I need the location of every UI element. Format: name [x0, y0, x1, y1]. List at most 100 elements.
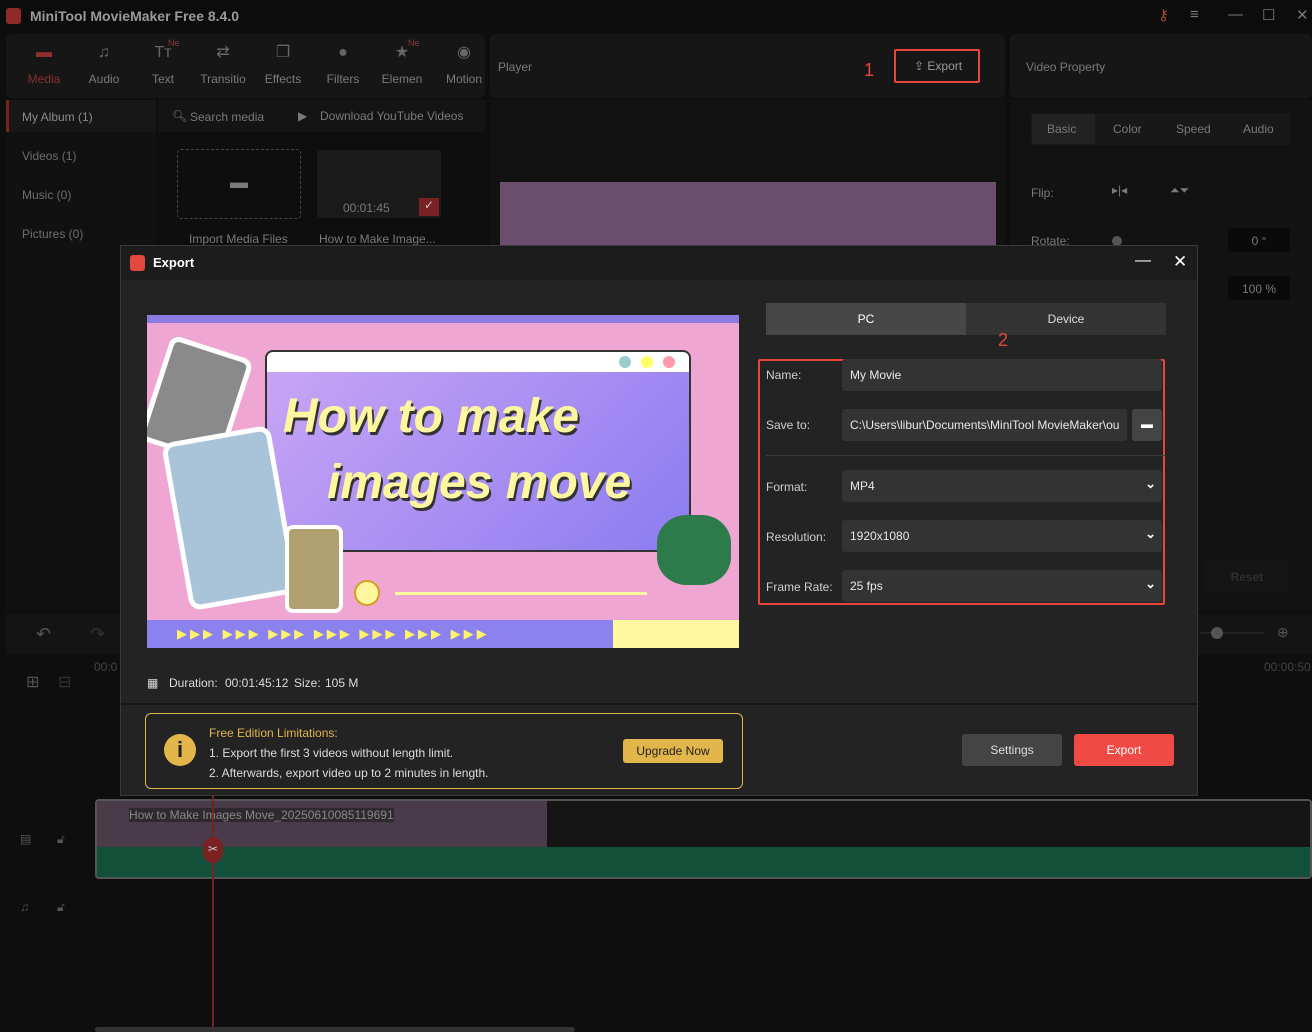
frame-rate-label: Frame Rate:	[766, 580, 833, 594]
transition-icon: ⇄	[193, 44, 253, 62]
sidebar-item-music[interactable]: Music (0)	[22, 188, 71, 202]
save-path-input[interactable]: C:\Users\libur\Documents\MiniTool MovieM…	[842, 409, 1127, 441]
folder-icon: ▬	[230, 172, 248, 192]
export-button[interactable]: ⇪ Export	[894, 49, 980, 83]
timeline-clip-name: How to Make Images Move_2025061008511969…	[129, 808, 394, 822]
export-preview: How to make images move ▶▶▶ ▶▶▶ ▶▶▶ ▶▶▶ …	[147, 315, 739, 648]
tab-speed[interactable]: Speed	[1176, 122, 1211, 136]
reset-button[interactable]: Reset	[1205, 560, 1289, 592]
format-select[interactable]: MP4⌄	[842, 470, 1162, 502]
tab-pc[interactable]: PC	[766, 303, 966, 335]
tool-transition[interactable]: ⇄ Transitio	[193, 44, 253, 86]
import-label: Import Media Files	[189, 232, 288, 246]
tab-color[interactable]: Color	[1113, 122, 1142, 136]
download-youtube-link[interactable]: Download YouTube Videos	[320, 109, 463, 123]
clip-duration: 00:01:45	[343, 201, 390, 215]
dialog-title: Export	[153, 255, 194, 270]
browse-folder-button[interactable]: ▬	[1132, 409, 1162, 441]
save-to-label: Save to:	[766, 418, 810, 432]
zoom-in-icon[interactable]: ⊕	[1277, 624, 1289, 641]
tool-audio[interactable]: ♫Audio	[74, 44, 134, 86]
close-button[interactable]: ✕	[1296, 6, 1309, 24]
audio-waveform	[97, 847, 1312, 879]
tool-elements[interactable]: ★Elemen	[372, 44, 432, 86]
playhead[interactable]	[212, 780, 214, 1032]
dialog-close-button[interactable]: ✕	[1173, 252, 1187, 272]
chevron-down-icon: ⌄	[1145, 576, 1156, 592]
flip-horizontal-icon[interactable]: ▸|◂	[1112, 183, 1127, 197]
tab-audio[interactable]: Audio	[1243, 122, 1274, 136]
menu-icon[interactable]: ≡	[1190, 6, 1199, 23]
app-logo	[130, 255, 145, 271]
preview-topbar	[147, 315, 739, 323]
scale-value[interactable]: 100 %	[1228, 276, 1290, 300]
tool-label: Elemen	[382, 72, 423, 86]
tool-motion[interactable]: ◉Motion	[434, 44, 494, 86]
preview-headline-2: images move	[327, 455, 631, 510]
key-icon[interactable]: ⚷	[1158, 6, 1169, 24]
sidebar-item-pictures[interactable]: Pictures (0)	[22, 227, 83, 241]
tool-filters[interactable]: ●Filters	[313, 44, 373, 86]
text-icon: Tт	[133, 44, 193, 62]
tab-device[interactable]: Device	[966, 303, 1166, 335]
lock-icon[interactable]: 🔓︎	[57, 900, 65, 915]
video-track-icon: ▤	[20, 832, 31, 846]
timeline-scrollbar[interactable]	[95, 1027, 575, 1032]
import-media-button[interactable]: ▬	[177, 149, 301, 219]
rotate-value[interactable]: 0 °	[1228, 228, 1290, 252]
video-track-clip[interactable]: How to Make Images Move_2025061008511969…	[95, 799, 1312, 879]
preview-photo	[285, 525, 343, 613]
split-scissors-icon[interactable]: ✂	[203, 837, 223, 863]
tool-label: Transitio	[200, 72, 246, 86]
folder-icon: ▬	[1141, 417, 1153, 431]
zoom-slider[interactable]	[1200, 632, 1264, 634]
preview-window	[265, 350, 691, 552]
lock-icon[interactable]: 🔓︎	[57, 832, 65, 847]
preview-blob	[657, 515, 731, 585]
search-input[interactable]: Search media	[190, 110, 264, 124]
redo-icon[interactable]: ↷	[90, 624, 105, 645]
zoom-slider-handle[interactable]	[1211, 627, 1223, 639]
format-label: Format:	[766, 480, 807, 494]
sidebar-item-my-album[interactable]: My Album (1)	[22, 110, 93, 124]
dialog-header	[121, 246, 1197, 280]
name-input[interactable]: My Movie	[842, 359, 1162, 391]
tool-label: Filters	[327, 72, 360, 86]
upgrade-now-button[interactable]: Upgrade Now	[623, 739, 723, 763]
media-clip-thumbnail[interactable]: 00:01:45 ✓	[317, 150, 441, 218]
limitation-2: 2. Afterwards, export video up to 2 minu…	[209, 766, 489, 780]
remove-track-icon[interactable]: ⊟	[58, 672, 71, 692]
add-track-icon[interactable]: ⊞	[26, 672, 39, 692]
tool-media[interactable]: ▬Media	[14, 44, 74, 86]
tool-label: Motion	[446, 72, 482, 86]
resolution-label: Resolution:	[766, 530, 826, 544]
tool-label: Text	[152, 72, 174, 86]
minimize-button[interactable]: —	[1228, 6, 1243, 23]
flip-vertical-icon[interactable]: ⏶⏷	[1170, 183, 1189, 198]
sidebar-item-videos[interactable]: Videos (1)	[22, 149, 76, 163]
preview-headline-1: How to make	[283, 389, 579, 444]
size-label: Size:	[294, 676, 321, 690]
resolution-select[interactable]: 1920x1080⌄	[842, 520, 1162, 552]
annotation-1: 1	[864, 60, 874, 81]
undo-icon[interactable]: ↶	[36, 624, 51, 645]
dialog-minimize-button[interactable]: —	[1135, 252, 1151, 270]
format-value: MP4	[850, 479, 875, 493]
folder-icon: ▬	[14, 44, 74, 62]
tool-effects[interactable]: ❐Effects	[253, 44, 313, 86]
search-icon: 🔍︎	[172, 109, 187, 123]
limitations-title: Free Edition Limitations:	[209, 726, 338, 740]
new-badge: Ne	[168, 38, 180, 48]
chevron-down-icon: ⌄	[1145, 526, 1156, 542]
duration-value: 00:01:45:12	[225, 676, 288, 690]
settings-button[interactable]: Settings	[962, 734, 1062, 766]
tool-text[interactable]: Tт Text	[133, 44, 193, 86]
dot	[619, 356, 631, 368]
tab-basic[interactable]: Basic	[1047, 122, 1076, 136]
film-icon: ▦	[147, 676, 158, 690]
frame-rate-select[interactable]: 25 fps⌄	[842, 570, 1162, 602]
check-icon: ✓	[419, 198, 439, 216]
time-start: 00:0	[94, 660, 117, 674]
export-confirm-button[interactable]: Export	[1074, 734, 1174, 766]
maximize-button[interactable]: ☐	[1262, 6, 1275, 24]
